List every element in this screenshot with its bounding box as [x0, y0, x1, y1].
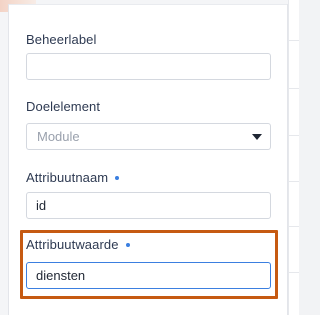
- divider: [289, 226, 299, 227]
- attribute-settings-panel: Beheerlabel Doelelement Module Attribuut…: [8, 4, 288, 315]
- divider: [289, 181, 299, 182]
- chevron-down-icon: [252, 134, 262, 140]
- beheerlabel-label: Beheerlabel: [26, 32, 97, 47]
- attribuutwaarde-input[interactable]: [26, 262, 271, 289]
- screen: Beheerlabel Doelelement Module Attribuut…: [0, 0, 299, 315]
- divider: [289, 272, 299, 273]
- divider: [289, 135, 299, 136]
- beheerlabel-input[interactable]: [26, 53, 271, 80]
- doelelement-select[interactable]: Module: [26, 123, 271, 150]
- divider: [289, 88, 299, 89]
- attribuutnaam-label: Attribuutnaam: [26, 170, 109, 185]
- doelelement-selected-value: Module: [37, 129, 80, 144]
- attribuutnaam-label-row: Attribuutnaam: [26, 170, 120, 185]
- attribuutwaarde-label-row: Attribuutwaarde: [26, 237, 130, 252]
- divider: [9, 4, 287, 5]
- background-list: [288, 0, 299, 315]
- required-indicator-icon: [125, 242, 130, 247]
- required-indicator-icon: [115, 175, 120, 180]
- attribuutwaarde-label: Attribuutwaarde: [26, 237, 119, 252]
- divider: [289, 40, 299, 41]
- doelelement-label: Doelelement: [26, 99, 101, 114]
- attribuutnaam-input[interactable]: [26, 192, 271, 219]
